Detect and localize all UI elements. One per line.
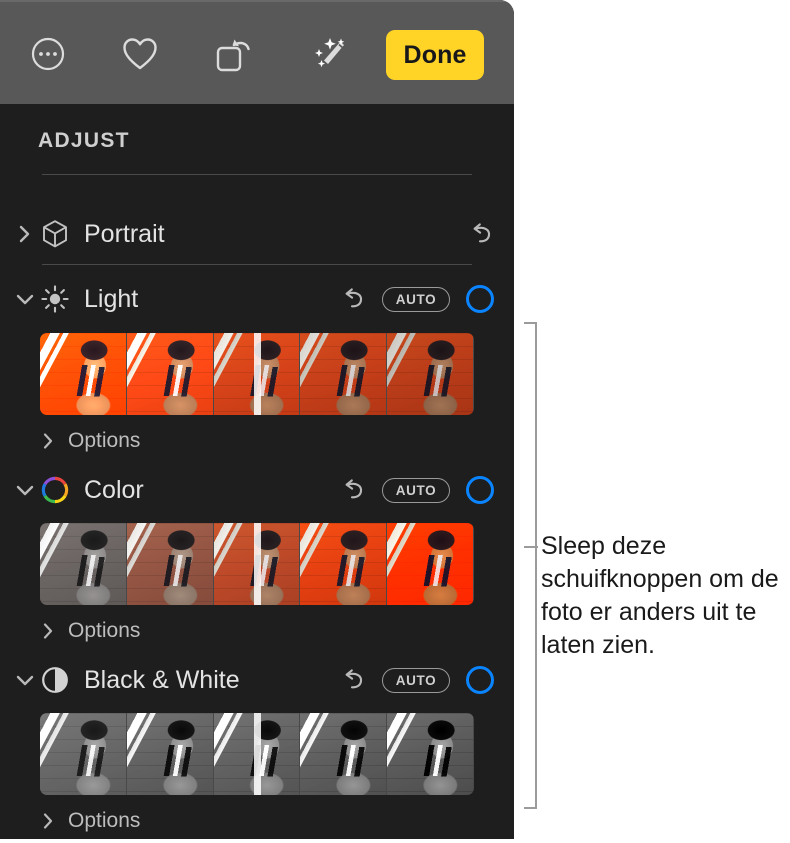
photo-thumbnail: [387, 523, 473, 605]
photo-thumbnail: [300, 333, 387, 415]
filmstrip-frame[interactable]: [40, 523, 127, 605]
filmstrip-frame[interactable]: [300, 523, 388, 605]
adjustment-controls-portrait: [468, 211, 494, 257]
callout-leader-line: [524, 546, 538, 548]
filmstrip-frame[interactable]: [126, 333, 214, 415]
favorite-button[interactable]: [116, 30, 164, 78]
editor-toolbar: Done: [0, 0, 514, 104]
enable-toggle-light[interactable]: [466, 285, 494, 313]
reset-arrow-icon: [345, 669, 363, 689]
divider-portrait: [42, 264, 472, 265]
chevron-right-icon-options-light[interactable]: [38, 432, 58, 450]
contrast-circle-icon: [40, 665, 70, 695]
photo-thumbnail: [126, 333, 213, 415]
reset-button-light[interactable]: [340, 286, 366, 312]
enable-toggle-color[interactable]: [466, 476, 494, 504]
auto-enhance-button[interactable]: [306, 30, 354, 78]
adjustment-label-color: Color: [84, 475, 144, 504]
photo-thumbnail: [300, 523, 387, 605]
filmstrip-frame[interactable]: [300, 333, 388, 415]
slider-playhead-bw[interactable]: [253, 713, 261, 795]
reset-arrow-icon: [345, 288, 363, 308]
options-toggle-color[interactable]: Options: [0, 614, 514, 648]
filmstrip-frame[interactable]: [387, 713, 474, 795]
filmstrip-frame[interactable]: [126, 523, 214, 605]
options-label-bw: Options: [68, 809, 141, 832]
photo-editor-window: Done ADJUST Portrait Light AUTO Options …: [0, 0, 514, 839]
adjustment-row-light[interactable]: Light AUTO: [0, 276, 514, 322]
reset-button-color[interactable]: [340, 477, 366, 503]
auto-button-label: AUTO: [395, 291, 437, 307]
done-button[interactable]: Done: [386, 30, 484, 80]
filmstrip-frame[interactable]: [40, 713, 127, 795]
adjustment-controls-light: AUTO: [340, 276, 494, 322]
divider-top: [42, 174, 472, 175]
filmstrip-frame[interactable]: [40, 333, 127, 415]
rotate-icon: [216, 39, 250, 72]
photo-thumbnail: [387, 333, 473, 415]
light-slider-filmstrip[interactable]: [40, 333, 474, 415]
more-options-button[interactable]: [24, 30, 72, 78]
photo-thumbnail: [126, 523, 213, 605]
filmstrip-frame[interactable]: [387, 523, 474, 605]
auto-button-label: AUTO: [395, 672, 437, 688]
adjust-panel: ADJUST Portrait Light AUTO Options Color…: [0, 104, 514, 839]
color-slider-filmstrip[interactable]: [40, 523, 474, 605]
options-label-light: Options: [68, 429, 141, 452]
ellipsis-circle-icon: [31, 37, 65, 71]
auto-button-light[interactable]: AUTO: [382, 286, 450, 312]
photo-thumbnail: [300, 713, 387, 795]
chevron-down-icon-bw[interactable]: [12, 673, 38, 687]
chevron-right-icon-options-color[interactable]: [38, 622, 58, 640]
auto-button-label: AUTO: [395, 482, 437, 498]
filmstrip-frame[interactable]: [126, 713, 214, 795]
callout-text: Sleep deze schuifknoppen om de foto er a…: [541, 532, 779, 659]
sun-icon: [40, 284, 70, 314]
chevron-down-icon-color[interactable]: [12, 483, 38, 497]
adjustment-label-light: Light: [84, 284, 139, 313]
adjustment-controls-color: AUTO: [340, 467, 494, 513]
black-and-white-slider-filmstrip[interactable]: [40, 713, 474, 795]
heart-icon: [123, 38, 157, 70]
adjustment-row-color[interactable]: Color AUTO: [0, 467, 514, 513]
photo-thumbnail: [387, 713, 473, 795]
adjustment-row-black-and-white[interactable]: Black & White AUTO: [0, 657, 514, 703]
adjustment-controls-bw: AUTO: [340, 657, 494, 703]
photo-thumbnail: [126, 713, 213, 795]
filmstrip-frame[interactable]: [387, 333, 474, 415]
adjustment-row-portrait[interactable]: Portrait: [0, 211, 514, 257]
reset-button-portrait[interactable]: [468, 221, 494, 247]
chevron-right-icon-portrait[interactable]: [12, 224, 38, 244]
options-toggle-bw[interactable]: Options: [0, 804, 514, 838]
cube-icon: [40, 219, 70, 249]
color-wheel-icon: [40, 475, 70, 505]
photo-thumbnail: [40, 523, 126, 605]
enable-toggle-bw[interactable]: [466, 666, 494, 694]
filmstrip-frame[interactable]: [300, 713, 388, 795]
auto-button-bw[interactable]: AUTO: [382, 667, 450, 693]
auto-button-color[interactable]: AUTO: [382, 477, 450, 503]
chevron-right-icon-options-bw[interactable]: [38, 812, 58, 830]
magic-wand-icon: [315, 38, 345, 68]
slider-playhead-color[interactable]: [253, 523, 261, 605]
done-button-label: Done: [403, 40, 467, 69]
reset-arrow-icon: [473, 223, 491, 243]
options-toggle-light[interactable]: Options: [0, 424, 514, 458]
adjustment-label-black-and-white: Black & White: [84, 665, 240, 694]
options-label-color: Options: [68, 619, 141, 642]
rotate-button[interactable]: [210, 30, 258, 78]
reset-button-bw[interactable]: [340, 667, 366, 693]
reset-arrow-icon: [345, 479, 363, 499]
callout-bracket: [524, 322, 537, 809]
page-title: ADJUST: [38, 129, 130, 152]
chevron-down-icon-light[interactable]: [12, 292, 38, 306]
photo-thumbnail: [40, 713, 126, 795]
slider-playhead-light[interactable]: [253, 333, 261, 415]
adjustment-label-portrait: Portrait: [84, 219, 165, 248]
photo-thumbnail: [40, 333, 126, 415]
